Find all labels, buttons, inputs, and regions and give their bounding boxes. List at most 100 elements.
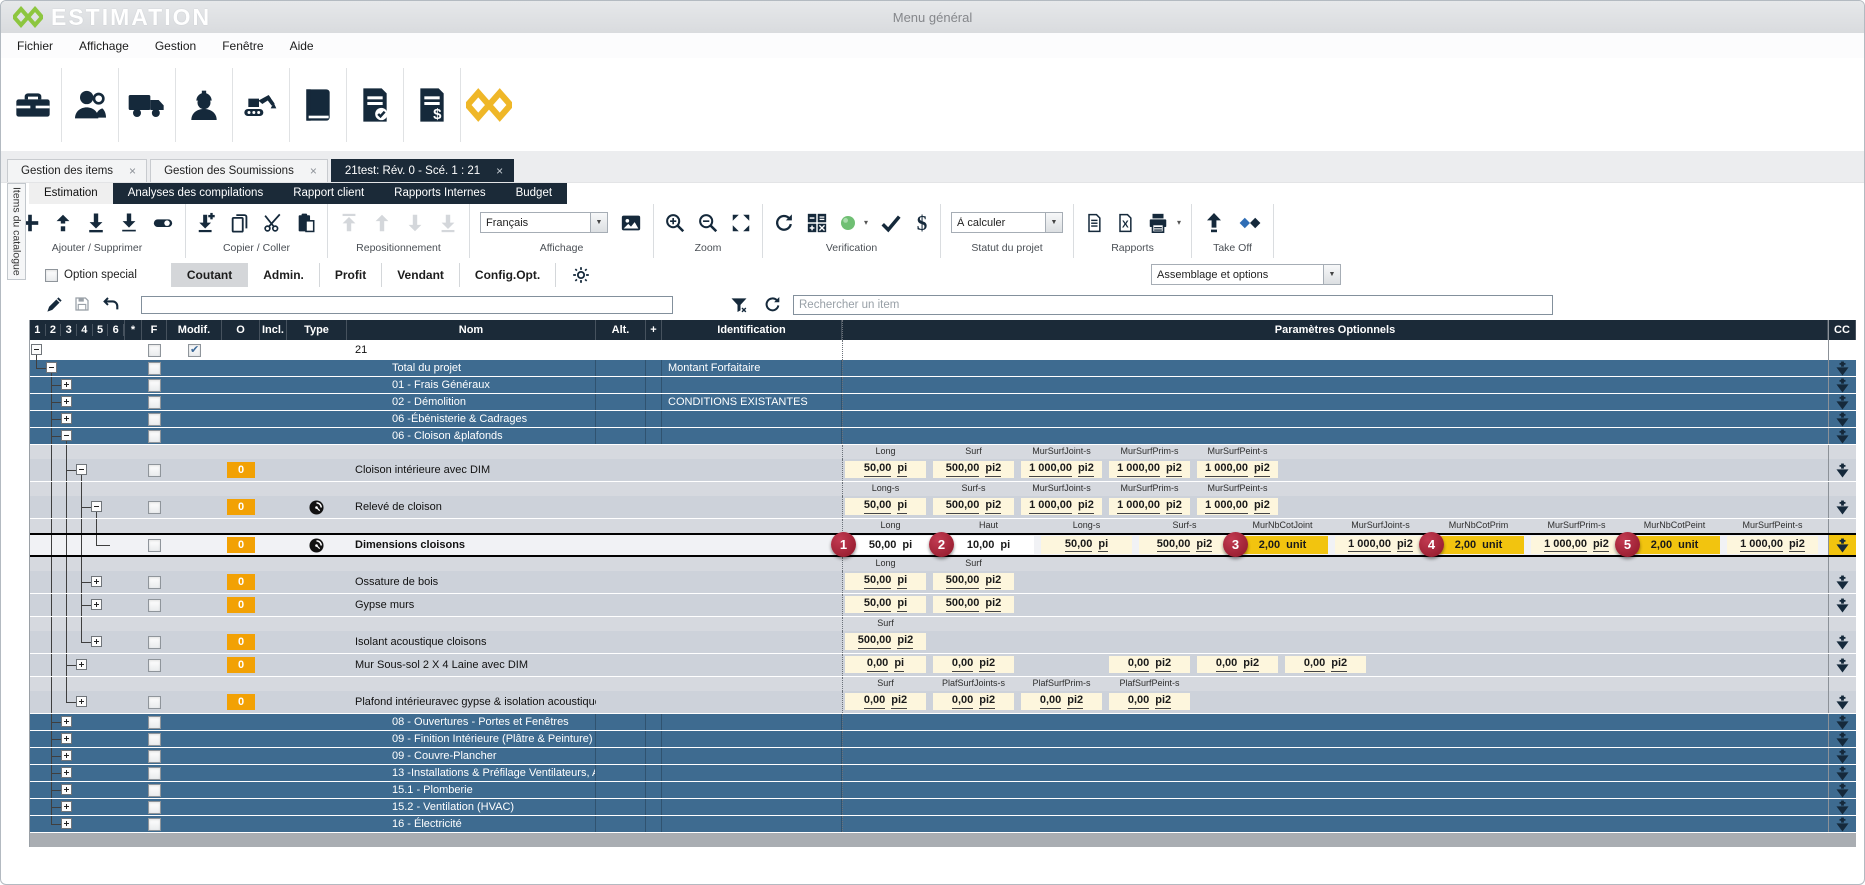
insert-down-icon[interactable]	[1836, 538, 1849, 553]
param-value[interactable]: 1 000,00pi2	[1109, 498, 1190, 515]
collapse-expander[interactable]	[76, 464, 87, 475]
zoom-fit-icon[interactable]	[730, 212, 752, 234]
category-row[interactable]: 06 - Cloison &plafonds	[30, 428, 1856, 444]
f-checkbox[interactable]	[148, 818, 161, 831]
mode-button-admin[interactable]: Admin.	[248, 263, 320, 287]
param-value[interactable]: 500,00pi2	[933, 596, 1014, 613]
param-value[interactable]: 500,00pi2	[933, 498, 1014, 515]
f-checkbox[interactable]	[148, 344, 161, 357]
param-value[interactable]: 0,00pi2	[933, 656, 1014, 673]
f-checkbox[interactable]	[148, 599, 161, 612]
mode-button-coutant[interactable]: Coutant	[171, 263, 248, 287]
expand-expander[interactable]	[61, 733, 72, 744]
close-icon[interactable]: ×	[310, 164, 317, 178]
param-value[interactable]: 10,00pi	[943, 536, 1034, 554]
expand-expander[interactable]	[61, 379, 72, 390]
param-value[interactable]: 0,00pi2	[845, 693, 926, 710]
f-checkbox[interactable]	[148, 396, 161, 409]
expand-expander[interactable]	[61, 396, 72, 407]
category-row[interactable]: 01 - Frais Généraux	[30, 377, 1856, 393]
param-value[interactable]: 0,00pi2	[1109, 656, 1190, 673]
menu-item-gestion[interactable]: Gestion	[155, 39, 196, 53]
param-value[interactable]: 500,00pi2	[933, 461, 1014, 478]
param-value[interactable]: 2,00unit	[1237, 536, 1328, 554]
category-row[interactable]: 16 - Électricité	[30, 816, 1856, 832]
document-dollar-button[interactable]: $	[404, 65, 460, 145]
expand-expander[interactable]	[91, 599, 102, 610]
category-row[interactable]: 13 -Installations & Préfilage Ventilateu…	[30, 765, 1856, 781]
expand-expander[interactable]	[76, 659, 87, 670]
insert-down-icon[interactable]	[1836, 800, 1849, 815]
insert-down-icon[interactable]	[1836, 429, 1849, 444]
insert-down-icon[interactable]	[1836, 732, 1849, 747]
param-value[interactable]: 500,00pi2	[933, 573, 1014, 590]
expand-expander[interactable]	[61, 750, 72, 761]
item-row[interactable]: 0Isolant acoustique cloisons500,00pi2	[30, 631, 1856, 653]
view-tab-budget[interactable]: Budget	[501, 183, 567, 204]
param-value[interactable]: 1 000,00pi2	[1727, 536, 1818, 554]
param-value[interactable]: 1 000,00pi2	[1197, 498, 1278, 515]
move-down-icon[interactable]	[404, 212, 426, 234]
expand-expander[interactable]	[91, 576, 102, 587]
add-child-icon[interactable]	[85, 212, 107, 234]
toggle-icon[interactable]	[151, 212, 175, 234]
toolbox-button[interactable]	[5, 65, 61, 145]
f-checkbox[interactable]	[148, 716, 161, 729]
mode-button-configopt[interactable]: Config.Opt.	[460, 263, 556, 287]
insert-down-icon[interactable]	[1836, 715, 1849, 730]
insert-down-icon[interactable]	[1836, 500, 1849, 515]
item-edit-input[interactable]	[141, 296, 673, 314]
param-value[interactable]: 0,00pi2	[1285, 656, 1366, 673]
category-row[interactable]: 08 - Ouvertures - Portes et Fenêtres	[30, 714, 1856, 730]
insert-down-icon[interactable]	[1836, 378, 1849, 393]
param-value[interactable]: 1 000,00pi2	[1531, 536, 1622, 554]
f-checkbox[interactable]	[148, 576, 161, 589]
chevron-down-icon[interactable]: ▼	[1323, 265, 1340, 284]
param-value[interactable]: 50,00pi	[845, 596, 926, 613]
menu-item-fichier[interactable]: Fichier	[17, 39, 53, 53]
expand-expander[interactable]	[61, 413, 72, 424]
f-checkbox[interactable]	[148, 767, 161, 780]
param-value[interactable]: 1 000,00pi2	[1109, 461, 1190, 478]
report-icon[interactable]	[1084, 212, 1104, 234]
save-icon[interactable]	[73, 295, 91, 313]
search-input[interactable]	[793, 295, 1553, 315]
param-value[interactable]: 1 000,00pi2	[1021, 461, 1102, 478]
f-checkbox[interactable]	[148, 801, 161, 814]
excavator-button[interactable]	[233, 65, 289, 145]
insert-down-icon[interactable]	[1836, 395, 1849, 410]
item-row[interactable]: 0Ossature de bois50,00pi500,00pi2	[30, 571, 1856, 593]
f-checkbox[interactable]	[148, 501, 161, 514]
move-top-icon[interactable]	[338, 212, 360, 234]
truck-button[interactable]	[119, 65, 175, 145]
param-value[interactable]: 0,00pi2	[1197, 656, 1278, 673]
view-tab-rapport-client[interactable]: Rapport client	[278, 183, 379, 204]
collapse-expander[interactable]	[46, 362, 57, 373]
check-icon[interactable]	[879, 212, 903, 234]
modif-checkbox[interactable]	[188, 344, 201, 357]
item-row[interactable]: 0Gypse murs50,00pi500,00pi2	[30, 594, 1856, 616]
zoom-in-icon[interactable]	[664, 212, 686, 234]
worker-button[interactable]	[176, 65, 232, 145]
gear-icon[interactable]	[572, 266, 590, 284]
param-value[interactable]: 2,00unit	[1433, 536, 1524, 554]
chevron-down-icon[interactable]: ▼	[1045, 213, 1062, 232]
expand-expander[interactable]	[61, 767, 72, 778]
paste-icon[interactable]	[295, 212, 317, 234]
insert-down-icon[interactable]	[1836, 783, 1849, 798]
chevron-down-icon[interactable]: ▾	[1177, 218, 1181, 227]
insert-down-icon[interactable]	[1836, 463, 1849, 478]
menu-item-aide[interactable]: Aide	[290, 39, 314, 53]
filter-icon[interactable]	[729, 295, 749, 315]
collapse-expander[interactable]	[91, 501, 102, 512]
param-value[interactable]: 50,00pi	[845, 536, 936, 554]
zoom-out-icon[interactable]	[697, 212, 719, 234]
insert-down-icon[interactable]	[1836, 658, 1849, 673]
assembly-select[interactable]: Assemblage et options ▼	[1151, 264, 1341, 285]
edit-pencil-icon[interactable]	[45, 295, 64, 314]
clients-button[interactable]	[62, 65, 118, 145]
view-tab-estimation[interactable]: Estimation	[29, 183, 113, 204]
move-bottom-icon[interactable]	[437, 212, 459, 234]
f-checkbox[interactable]	[148, 413, 161, 426]
catalog-button[interactable]	[290, 65, 346, 145]
